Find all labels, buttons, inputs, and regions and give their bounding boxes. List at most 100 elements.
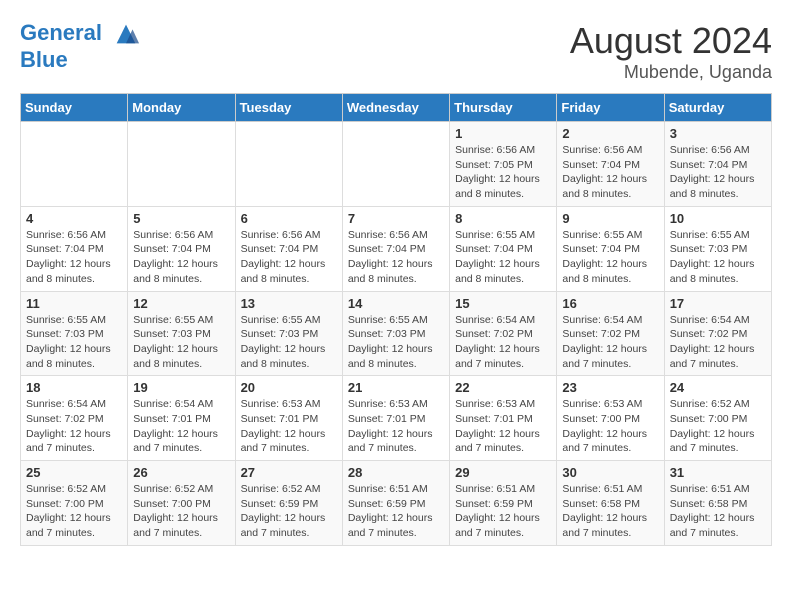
day-info: Sunrise: 6:56 AM Sunset: 7:04 PM Dayligh… xyxy=(348,228,444,287)
day-number: 14 xyxy=(348,296,444,311)
calendar-cell: 4 Sunrise: 6:56 AM Sunset: 7:04 PM Daylig… xyxy=(21,206,128,291)
day-info: Sunrise: 6:53 AM Sunset: 7:00 PM Dayligh… xyxy=(562,397,658,456)
calendar-header-row: SundayMondayTuesdayWednesdayThursdayFrid… xyxy=(21,94,772,122)
day-number: 3 xyxy=(670,126,766,141)
day-info: Sunrise: 6:53 AM Sunset: 7:01 PM Dayligh… xyxy=(455,397,551,456)
calendar-cell: 14 Sunrise: 6:55 AM Sunset: 7:03 PM Dayli… xyxy=(342,291,449,376)
day-number: 1 xyxy=(455,126,551,141)
day-info: Sunrise: 6:51 AM Sunset: 6:59 PM Dayligh… xyxy=(348,482,444,541)
day-number: 28 xyxy=(348,465,444,480)
day-info: Sunrise: 6:54 AM Sunset: 7:02 PM Dayligh… xyxy=(26,397,122,456)
page-header: General Blue August 2024 Mubende, Uganda xyxy=(20,20,772,83)
calendar-cell: 2Sunrise: 6:56 AM Sunset: 7:04 PM Daylig… xyxy=(557,122,664,207)
day-info: Sunrise: 6:56 AM Sunset: 7:04 PM Dayligh… xyxy=(241,228,337,287)
calendar-cell xyxy=(235,122,342,207)
day-info: Sunrise: 6:53 AM Sunset: 7:01 PM Dayligh… xyxy=(348,397,444,456)
week-row-4: 18Sunrise: 6:54 AM Sunset: 7:02 PM Dayli… xyxy=(21,376,772,461)
calendar-cell: 30 Sunrise: 6:51 AM Sunset: 6:58 PM Dayli… xyxy=(557,461,664,546)
main-title: August 2024 xyxy=(570,20,772,62)
day-info: Sunrise: 6:56 AM Sunset: 7:04 PM Dayligh… xyxy=(26,228,122,287)
day-info: Sunrise: 6:56 AM Sunset: 7:04 PM Dayligh… xyxy=(133,228,229,287)
col-header-sunday: Sunday xyxy=(21,94,128,122)
col-header-monday: Monday xyxy=(128,94,235,122)
calendar-cell: 5 Sunrise: 6:56 AM Sunset: 7:04 PM Daylig… xyxy=(128,206,235,291)
day-info: Sunrise: 6:51 AM Sunset: 6:58 PM Dayligh… xyxy=(562,482,658,541)
calendar-cell: 11 Sunrise: 6:55 AM Sunset: 7:03 PM Dayli… xyxy=(21,291,128,376)
day-number: 29 xyxy=(455,465,551,480)
calendar-cell: 24Sunrise: 6:52 AM Sunset: 7:00 PM Dayli… xyxy=(664,376,771,461)
calendar-cell: 13Sunrise: 6:55 AM Sunset: 7:03 PM Dayli… xyxy=(235,291,342,376)
day-number: 31 xyxy=(670,465,766,480)
calendar-cell: 3Sunrise: 6:56 AM Sunset: 7:04 PM Daylig… xyxy=(664,122,771,207)
calendar-cell: 6 Sunrise: 6:56 AM Sunset: 7:04 PM Daylig… xyxy=(235,206,342,291)
calendar-cell xyxy=(342,122,449,207)
day-info: Sunrise: 6:51 AM Sunset: 6:59 PM Dayligh… xyxy=(455,482,551,541)
logo: General Blue xyxy=(20,20,140,72)
calendar-cell: 17 Sunrise: 6:54 AM Sunset: 7:02 PM Dayli… xyxy=(664,291,771,376)
day-info: Sunrise: 6:55 AM Sunset: 7:03 PM Dayligh… xyxy=(348,313,444,372)
day-info: Sunrise: 6:52 AM Sunset: 7:00 PM Dayligh… xyxy=(133,482,229,541)
day-number: 9 xyxy=(562,211,658,226)
calendar-cell: 20Sunrise: 6:53 AM Sunset: 7:01 PM Dayli… xyxy=(235,376,342,461)
day-number: 23 xyxy=(562,380,658,395)
day-number: 16 xyxy=(562,296,658,311)
title-block: August 2024 Mubende, Uganda xyxy=(570,20,772,83)
day-info: Sunrise: 6:55 AM Sunset: 7:03 PM Dayligh… xyxy=(670,228,766,287)
day-info: Sunrise: 6:54 AM Sunset: 7:02 PM Dayligh… xyxy=(455,313,551,372)
day-number: 30 xyxy=(562,465,658,480)
calendar-cell: 21 Sunrise: 6:53 AM Sunset: 7:01 PM Dayli… xyxy=(342,376,449,461)
calendar-cell xyxy=(21,122,128,207)
day-number: 21 xyxy=(348,380,444,395)
logo-general: General xyxy=(20,20,102,45)
day-info: Sunrise: 6:55 AM Sunset: 7:03 PM Dayligh… xyxy=(26,313,122,372)
week-row-5: 25Sunrise: 6:52 AM Sunset: 7:00 PM Dayli… xyxy=(21,461,772,546)
day-number: 6 xyxy=(241,211,337,226)
col-header-saturday: Saturday xyxy=(664,94,771,122)
day-number: 11 xyxy=(26,296,122,311)
day-number: 4 xyxy=(26,211,122,226)
day-info: Sunrise: 6:55 AM Sunset: 7:03 PM Dayligh… xyxy=(241,313,337,372)
day-info: Sunrise: 6:56 AM Sunset: 7:05 PM Dayligh… xyxy=(455,143,551,202)
day-info: Sunrise: 6:56 AM Sunset: 7:04 PM Dayligh… xyxy=(562,143,658,202)
day-info: Sunrise: 6:52 AM Sunset: 7:00 PM Dayligh… xyxy=(670,397,766,456)
day-number: 10 xyxy=(670,211,766,226)
day-number: 17 xyxy=(670,296,766,311)
calendar-cell: 25Sunrise: 6:52 AM Sunset: 7:00 PM Dayli… xyxy=(21,461,128,546)
day-info: Sunrise: 6:52 AM Sunset: 6:59 PM Dayligh… xyxy=(241,482,337,541)
day-number: 5 xyxy=(133,211,229,226)
calendar-table: SundayMondayTuesdayWednesdayThursdayFrid… xyxy=(20,93,772,546)
day-number: 22 xyxy=(455,380,551,395)
col-header-friday: Friday xyxy=(557,94,664,122)
week-row-3: 11 Sunrise: 6:55 AM Sunset: 7:03 PM Dayli… xyxy=(21,291,772,376)
col-header-wednesday: Wednesday xyxy=(342,94,449,122)
day-number: 7 xyxy=(348,211,444,226)
calendar-cell: 18Sunrise: 6:54 AM Sunset: 7:02 PM Dayli… xyxy=(21,376,128,461)
calendar-cell: 27Sunrise: 6:52 AM Sunset: 6:59 PM Dayli… xyxy=(235,461,342,546)
calendar-cell: 23 Sunrise: 6:53 AM Sunset: 7:00 PM Dayli… xyxy=(557,376,664,461)
day-info: Sunrise: 6:54 AM Sunset: 7:02 PM Dayligh… xyxy=(562,313,658,372)
sub-title: Mubende, Uganda xyxy=(570,62,772,83)
day-info: Sunrise: 6:54 AM Sunset: 7:01 PM Dayligh… xyxy=(133,397,229,456)
day-info: Sunrise: 6:52 AM Sunset: 7:00 PM Dayligh… xyxy=(26,482,122,541)
calendar-cell: 22 Sunrise: 6:53 AM Sunset: 7:01 PM Dayli… xyxy=(450,376,557,461)
day-info: Sunrise: 6:54 AM Sunset: 7:02 PM Dayligh… xyxy=(670,313,766,372)
day-number: 8 xyxy=(455,211,551,226)
calendar-cell: 9 Sunrise: 6:55 AM Sunset: 7:04 PM Daylig… xyxy=(557,206,664,291)
calendar-cell: 15Sunrise: 6:54 AM Sunset: 7:02 PM Dayli… xyxy=(450,291,557,376)
calendar-cell: 1 Sunrise: 6:56 AM Sunset: 7:05 PM Daylig… xyxy=(450,122,557,207)
day-info: Sunrise: 6:53 AM Sunset: 7:01 PM Dayligh… xyxy=(241,397,337,456)
week-row-2: 4 Sunrise: 6:56 AM Sunset: 7:04 PM Daylig… xyxy=(21,206,772,291)
calendar-cell: 31 Sunrise: 6:51 AM Sunset: 6:58 PM Dayli… xyxy=(664,461,771,546)
col-header-tuesday: Tuesday xyxy=(235,94,342,122)
calendar-cell: 19 Sunrise: 6:54 AM Sunset: 7:01 PM Dayli… xyxy=(128,376,235,461)
calendar-cell: 16 Sunrise: 6:54 AM Sunset: 7:02 PM Dayli… xyxy=(557,291,664,376)
day-info: Sunrise: 6:51 AM Sunset: 6:58 PM Dayligh… xyxy=(670,482,766,541)
day-number: 12 xyxy=(133,296,229,311)
day-info: Sunrise: 6:55 AM Sunset: 7:03 PM Dayligh… xyxy=(133,313,229,372)
day-number: 19 xyxy=(133,380,229,395)
logo-blue: Blue xyxy=(20,47,68,72)
day-info: Sunrise: 6:55 AM Sunset: 7:04 PM Dayligh… xyxy=(455,228,551,287)
calendar-cell: 28 Sunrise: 6:51 AM Sunset: 6:59 PM Dayli… xyxy=(342,461,449,546)
logo-icon xyxy=(112,20,140,48)
day-info: Sunrise: 6:55 AM Sunset: 7:04 PM Dayligh… xyxy=(562,228,658,287)
